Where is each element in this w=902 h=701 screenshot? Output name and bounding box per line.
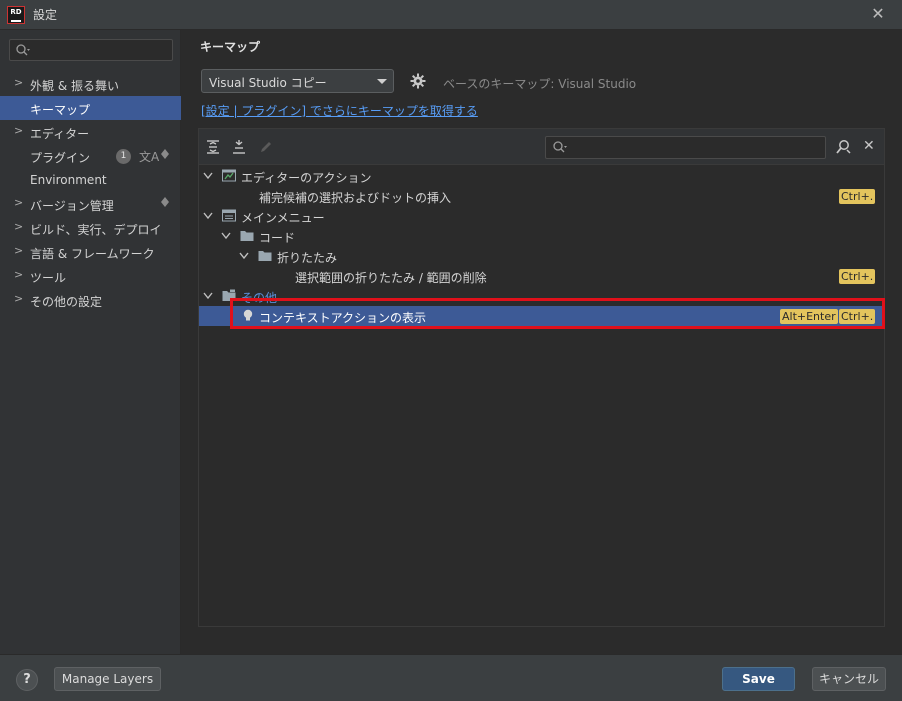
sidebar-item-label: キーマップ xyxy=(30,103,91,117)
chevron-down-icon xyxy=(203,292,213,300)
editor-actions-icon xyxy=(222,169,236,182)
tree-row[interactable]: メインメニュー xyxy=(199,206,884,226)
tree-row-selected[interactable]: コンテキストアクションの表示 Alt+Enter Ctrl+. xyxy=(199,306,884,326)
cancel-button[interactable]: キャンセル xyxy=(812,667,886,691)
sidebar-item-other-settings[interactable]: > その他の設定 xyxy=(0,288,181,312)
sidebar-item-editor[interactable]: > エディター xyxy=(0,120,181,144)
sidebar-item-label: 言語 & フレームワーク xyxy=(30,247,155,261)
other-folder-icon xyxy=(222,289,236,301)
settings-search-input[interactable] xyxy=(9,39,173,61)
search-icon xyxy=(553,141,567,153)
layer-icon xyxy=(161,197,169,207)
sidebar-item-plugins[interactable]: プラグイン 1 文A xyxy=(0,144,181,168)
shortcut-badge: Alt+Enter xyxy=(780,309,838,324)
tree-row[interactable]: 補完候補の選択およびドットの挿入 Ctrl+. xyxy=(199,186,884,206)
page-title: キーマップ xyxy=(200,40,261,54)
help-button[interactable]: ? xyxy=(16,669,38,691)
sidebar-item-label: エディター xyxy=(30,127,90,141)
chevron-down-icon xyxy=(203,172,213,180)
sidebar-item-environment[interactable]: Environment xyxy=(0,168,181,192)
clear-filter-icon[interactable]: ✕ xyxy=(863,138,877,154)
tree-row-label: 選択範囲の折りたたみ / 範囲の削除 xyxy=(295,271,487,285)
chevron-right-icon: > xyxy=(14,268,24,281)
sidebar-item-label: その他の設定 xyxy=(30,295,103,309)
tree-row-label: 折りたたみ xyxy=(277,251,338,265)
gear-icon[interactable] xyxy=(410,73,426,89)
tree-row[interactable]: コード xyxy=(199,226,884,246)
get-more-keymaps-link[interactable]: [設定 | プラグイン] でさらにキーマップを取得する xyxy=(201,102,478,119)
collapse-all-icon[interactable] xyxy=(231,139,247,155)
shortcut-badge: Ctrl+. xyxy=(839,309,876,324)
tree-row[interactable]: 折りたたみ xyxy=(199,246,884,266)
chevron-down-icon xyxy=(377,79,387,84)
chevron-right-icon: > xyxy=(14,196,24,209)
sidebar-item-label: 外観 & 振る舞い xyxy=(30,79,119,93)
find-by-shortcut-icon[interactable] xyxy=(835,139,851,155)
tree-row-label: コード xyxy=(259,231,296,245)
chevron-down-icon xyxy=(203,212,213,220)
keymap-dropdown[interactable]: Visual Studio コピー xyxy=(201,69,394,93)
settings-nav: > 外観 & 振る舞い キーマップ > エディター プラグイン 1 文A Env… xyxy=(0,72,181,312)
keymap-dropdown-value: Visual Studio コピー xyxy=(209,76,327,90)
tree-row-label: その他 xyxy=(241,291,278,305)
update-count-badge: 1 xyxy=(116,149,131,164)
tree-row[interactable]: その他 xyxy=(199,286,884,306)
sidebar-item-build[interactable]: > ビルド、実行、デプロイ xyxy=(0,216,181,240)
settings-sidebar: > 外観 & 振る舞い キーマップ > エディター プラグイン 1 文A Env… xyxy=(0,30,181,654)
tree-row-label: コンテキストアクションの表示 xyxy=(259,311,427,325)
base-keymap-label: ベースのキーマップ: Visual Studio xyxy=(443,77,637,91)
chevron-right-icon: > xyxy=(14,292,24,305)
keymap-filter-input[interactable] xyxy=(545,136,826,159)
shortcut-badge: Ctrl+. xyxy=(839,189,876,204)
translate-icon: 文A xyxy=(139,150,160,164)
keymap-panel: ✕ エディターのアクション 補完候補の選択およびドットの挿入 Ctrl+. メイ… xyxy=(198,128,885,627)
app-logo-icon: RD xyxy=(7,5,25,24)
keymap-tree: エディターのアクション 補完候補の選択およびドットの挿入 Ctrl+. メインメ… xyxy=(199,165,884,326)
chevron-down-icon xyxy=(239,252,249,260)
main-menu-icon xyxy=(222,209,236,222)
close-icon[interactable]: ✕ xyxy=(869,5,887,23)
tree-row[interactable]: エディターのアクション xyxy=(199,166,884,186)
expand-all-icon[interactable] xyxy=(205,139,221,155)
manage-layers-button[interactable]: Manage Layers xyxy=(54,667,161,691)
chevron-down-icon xyxy=(221,232,231,240)
lightbulb-icon xyxy=(243,309,253,321)
sidebar-item-label: プラグイン xyxy=(30,151,91,165)
tree-row[interactable]: 選択範囲の折りたたみ / 範囲の削除 Ctrl+. xyxy=(199,266,884,286)
chevron-right-icon: > xyxy=(14,76,24,89)
tree-row-label: 補完候補の選択およびドットの挿入 xyxy=(259,191,452,205)
sidebar-item-version-control[interactable]: > バージョン管理 xyxy=(0,192,181,216)
tree-row-label: メインメニュー xyxy=(241,211,325,225)
tree-row-label: エディターのアクション xyxy=(241,171,372,185)
sidebar-item-label: ビルド、実行、デプロイ xyxy=(30,223,162,237)
keymap-toolbar: ✕ xyxy=(199,129,884,165)
sidebar-item-keymap[interactable]: キーマップ xyxy=(0,96,181,120)
sidebar-item-languages[interactable]: > 言語 & フレームワーク xyxy=(0,240,181,264)
chevron-right-icon: > xyxy=(14,124,24,137)
shortcut-badge: Ctrl+. xyxy=(839,269,876,284)
search-icon xyxy=(16,44,30,56)
chevron-right-icon: > xyxy=(14,220,24,233)
dialog-footer: ? Manage Layers Save キャンセル xyxy=(0,654,902,701)
folder-icon xyxy=(240,231,254,241)
layer-icon xyxy=(161,149,169,159)
folder-icon xyxy=(258,251,272,261)
save-button[interactable]: Save xyxy=(722,667,795,691)
sidebar-item-label: Environment xyxy=(30,173,107,187)
title-bar: RD 設定 ✕ xyxy=(0,0,902,30)
sidebar-item-appearance[interactable]: > 外観 & 振る舞い xyxy=(0,72,181,96)
sidebar-item-label: バージョン管理 xyxy=(30,199,114,213)
window-title: 設定 xyxy=(33,8,58,22)
sidebar-item-tools[interactable]: > ツール xyxy=(0,264,181,288)
edit-pencil-icon[interactable] xyxy=(258,139,274,155)
sidebar-item-label: ツール xyxy=(30,271,67,285)
chevron-right-icon: > xyxy=(14,244,24,257)
